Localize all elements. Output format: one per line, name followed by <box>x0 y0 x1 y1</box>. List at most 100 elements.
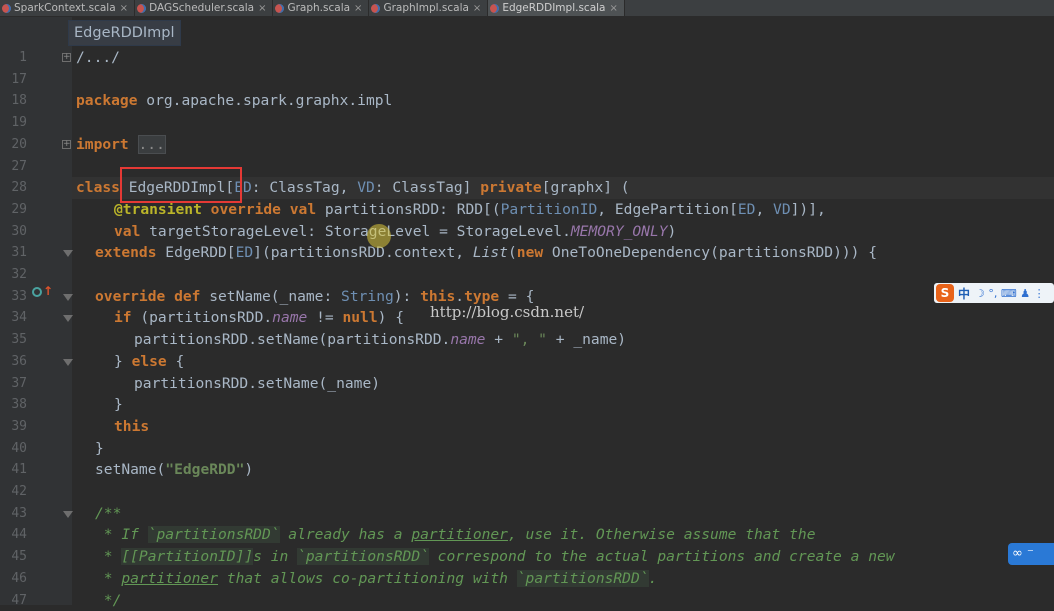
line-number: 42 <box>0 481 27 503</box>
comment: * If <box>95 526 148 543</box>
line-code: val targetStorageLevel: StorageLevel = S… <box>114 221 676 243</box>
line-number: 30 <box>0 221 27 243</box>
tab-dagscheduler[interactable]: DAGScheduler.scala× <box>135 0 273 16</box>
token: ( <box>508 244 517 261</box>
keyword: this <box>114 418 149 435</box>
tab-edgerddimpl[interactable]: EdgeRDDImpl.scala × <box>488 0 625 16</box>
comment: . <box>649 570 658 587</box>
code-line: 38} <box>0 394 1054 416</box>
token: partitionsRDD.setName(partitionsRDD. <box>134 331 450 348</box>
ime-tools-icons[interactable]: ☽ °, ⌨ ♟ ⋮ <box>975 287 1045 300</box>
line-number: 31 <box>0 242 27 264</box>
fold-expand-icon[interactable]: + <box>62 140 71 149</box>
tab-label: EdgeRDDImpl.scala <box>502 2 605 14</box>
keyword: extends <box>95 244 157 261</box>
code-line: 39 this <box>0 416 1054 438</box>
close-icon[interactable]: × <box>258 3 266 14</box>
cloud-widget-icon[interactable]: ∞ ⁻ <box>1008 543 1054 565</box>
keyword: override <box>95 288 165 305</box>
comment: , use it. Otherwise assume that the <box>508 526 816 543</box>
fold-collapse-icon[interactable] <box>63 250 73 257</box>
line-code: partitionsRDD.setName(partitionsRDD.name… <box>134 329 626 351</box>
ime-toolbar[interactable]: S 中 ☽ °, ⌨ ♟ ⋮ <box>934 283 1054 303</box>
token: : ClassTag, <box>252 179 357 196</box>
comment-code: `partitionsRDD` <box>297 548 429 565</box>
line-number: 33 <box>0 286 27 308</box>
token: EdgeRDD[ <box>157 244 236 261</box>
line-number: 37 <box>0 373 27 395</box>
comment: correspond to the actual partitions and … <box>429 548 895 565</box>
line-number: 41 <box>0 459 27 481</box>
line-code: } <box>95 438 104 460</box>
keyword: if <box>114 309 132 326</box>
token: OneToOneDependency(partitionsRDD))) { <box>543 244 877 261</box>
line-number: 35 <box>0 329 27 351</box>
arrow-up-icon[interactable]: ↑ <box>43 284 53 298</box>
tab-label: SparkContext.scala <box>14 2 116 14</box>
line-code: } else { <box>114 351 184 373</box>
close-icon[interactable]: × <box>120 3 128 14</box>
token: setName(_name: <box>200 288 341 305</box>
token: , EdgePartition[ <box>597 201 738 218</box>
fold-expand-icon[interactable]: + <box>62 53 71 62</box>
code-line: 44 * If `partitionsRDD` already has a pa… <box>0 524 1054 546</box>
code-line: 19 <box>0 112 1054 134</box>
token: { <box>167 353 185 370</box>
line-number: 28 <box>0 177 27 199</box>
token: List <box>473 244 508 261</box>
close-icon[interactable]: × <box>354 3 362 14</box>
code-line: 32 <box>0 264 1054 286</box>
token: partitionsRDD: RDD[( <box>316 201 501 218</box>
code-line: 40} <box>0 438 1054 460</box>
keyword: val <box>290 201 316 218</box>
line-number: 47 <box>0 590 27 611</box>
token: != <box>307 309 342 326</box>
comment: * <box>95 548 121 565</box>
folded-header[interactable]: /.../ <box>76 49 120 66</box>
code-line: 42 <box>0 481 1054 503</box>
override-marker-icon[interactable] <box>32 287 42 297</box>
code-line: 30 val targetStorageLevel: StorageLevel =… <box>0 221 1054 243</box>
line-number: 34 <box>0 307 27 329</box>
code-line: 36} else { <box>0 351 1054 373</box>
token: + <box>485 331 511 348</box>
fold-collapse-icon[interactable] <box>63 294 73 301</box>
code-line: 20+import ... <box>0 134 1054 156</box>
code-line: 41setName("EdgeRDD") <box>0 459 1054 481</box>
breadcrumb[interactable]: EdgeRDDImpl <box>68 20 181 46</box>
keyword: null <box>342 309 377 326</box>
annotation: @transient <box>114 201 202 218</box>
tab-graphimpl[interactable]: GraphImpl.scala× <box>369 0 488 16</box>
string: "EdgeRDD" <box>165 461 244 478</box>
line-code: extends EdgeRDD[ED](partitionsRDD.contex… <box>95 242 877 264</box>
fold-collapse-icon[interactable] <box>63 315 73 322</box>
line-number: 19 <box>0 112 27 134</box>
code-line: 45 * [[PartitionID]]s in `partitionsRDD`… <box>0 546 1054 568</box>
close-icon[interactable]: × <box>609 3 617 14</box>
close-icon[interactable]: × <box>473 3 481 14</box>
line-number: 39 <box>0 416 27 438</box>
fold-collapse-icon[interactable] <box>63 511 73 518</box>
line-number: 38 <box>0 394 27 416</box>
scala-file-icon <box>490 4 499 13</box>
code-line: 37partitionsRDD.setName(_name) <box>0 373 1054 395</box>
token: , <box>755 201 773 218</box>
watermark: http://blog.csdn.net/ <box>430 303 584 321</box>
annotation-highlight-box <box>120 167 242 203</box>
type-param: VD <box>773 201 791 218</box>
scaladoc-link[interactable]: [[PartitionID]] <box>121 548 253 565</box>
tab-graph[interactable]: Graph.scala× <box>273 0 369 16</box>
sogou-logo-icon[interactable]: S <box>936 284 954 302</box>
token: (partitionsRDD. <box>132 309 273 326</box>
code-line: 46 * partitioner that allows co-partitio… <box>0 568 1054 590</box>
folded-imports[interactable]: ... <box>138 135 166 154</box>
code-line: 1+/.../ <box>0 47 1054 69</box>
keyword: override <box>211 201 281 218</box>
tab-sparkcontext[interactable]: SparkContext.scala × <box>0 0 135 16</box>
keyword: else <box>132 353 167 370</box>
token: setName( <box>95 461 165 478</box>
token: [graphx] ( <box>542 179 630 196</box>
keyword: import <box>76 136 129 153</box>
ime-mode-label[interactable]: 中 <box>958 285 970 302</box>
fold-collapse-icon[interactable] <box>63 359 73 366</box>
